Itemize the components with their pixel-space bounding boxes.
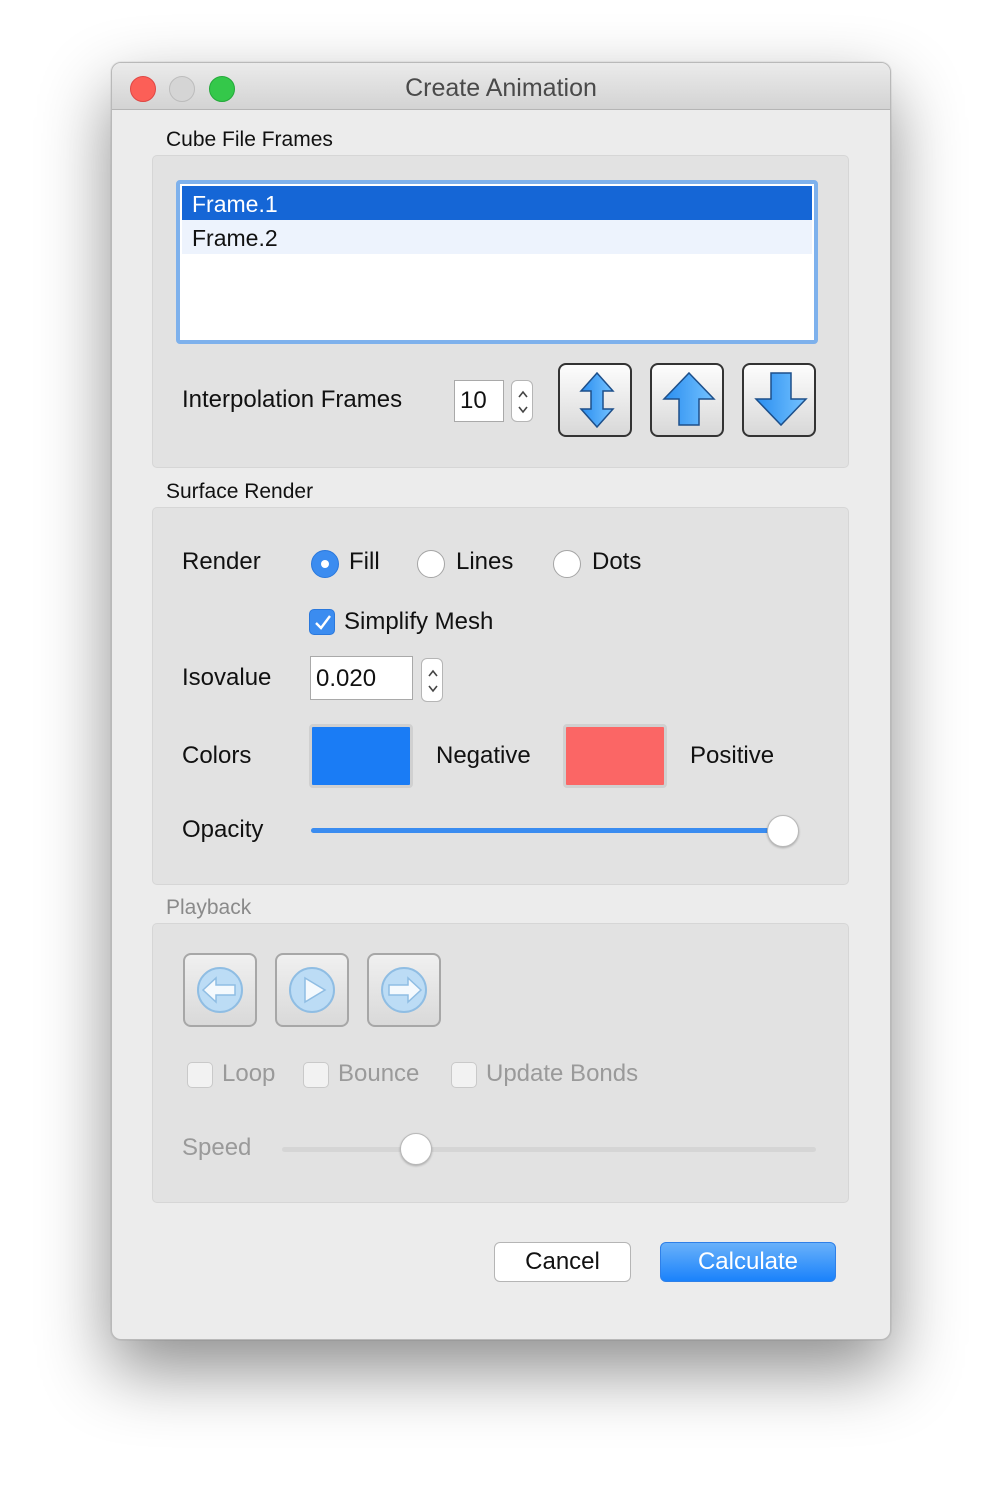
render-label: Render	[182, 548, 261, 575]
opacity-slider-knob[interactable]	[767, 815, 799, 847]
isovalue-stepper[interactable]	[421, 658, 443, 702]
negative-color-swatch[interactable]	[309, 724, 413, 788]
double-arrow-updown-icon	[579, 371, 615, 429]
interpolation-frames-label: Interpolation Frames	[182, 386, 403, 413]
render-lines-radio[interactable]	[417, 550, 445, 578]
move-frame-up-button[interactable]	[650, 363, 724, 437]
bounce-checkbox[interactable]	[303, 1062, 329, 1088]
interpolation-frames-stepper[interactable]	[511, 380, 533, 422]
render-dots-label[interactable]: Dots	[592, 548, 641, 576]
positive-color-swatch[interactable]	[563, 724, 667, 788]
speed-slider-track[interactable]	[282, 1147, 816, 1152]
stepper-arrows-icon	[428, 669, 438, 693]
list-item[interactable]: Frame.1	[182, 186, 812, 220]
list-item[interactable]: Frame.2	[182, 220, 812, 254]
arrow-left-circle-icon	[197, 967, 243, 1013]
speed-slider-knob[interactable]	[399, 1133, 432, 1165]
render-fill-label[interactable]: Fill	[349, 548, 380, 576]
calculate-button[interactable]: Calculate	[660, 1242, 836, 1282]
loop-label[interactable]: Loop	[222, 1060, 275, 1088]
negative-label: Negative	[436, 742, 531, 769]
title-bar: Create Animation	[112, 63, 890, 110]
move-frame-down-button[interactable]	[742, 363, 816, 437]
stepper-arrows-icon	[518, 390, 528, 414]
render-fill-radio[interactable]	[311, 550, 339, 578]
loop-checkbox[interactable]	[187, 1062, 213, 1088]
update-bonds-label[interactable]: Update Bonds	[486, 1060, 638, 1088]
previous-frame-button[interactable]	[183, 953, 257, 1027]
colors-label: Colors	[182, 742, 252, 769]
swap-frames-button[interactable]	[558, 363, 632, 437]
next-frame-button[interactable]	[367, 953, 441, 1027]
cube-file-frames-label: Cube File Frames	[166, 128, 333, 151]
bounce-label[interactable]: Bounce	[338, 1060, 419, 1088]
render-lines-label[interactable]: Lines	[456, 548, 513, 576]
opacity-slider-fill	[311, 828, 783, 833]
play-circle-icon	[289, 967, 335, 1013]
speed-label: Speed	[182, 1134, 252, 1161]
surface-render-label: Surface Render	[166, 480, 314, 503]
cancel-button[interactable]: Cancel	[494, 1242, 631, 1282]
isovalue-field[interactable]: 0.020	[310, 656, 413, 700]
isovalue-label: Isovalue	[182, 664, 272, 691]
opacity-slider-track[interactable]	[311, 828, 783, 833]
play-button[interactable]	[275, 953, 349, 1027]
checkmark-icon	[315, 615, 331, 630]
playback-label: Playback	[166, 896, 252, 919]
simplify-mesh-label[interactable]: Simplify Mesh	[344, 608, 493, 636]
arrow-up-icon	[662, 371, 716, 426]
arrow-down-icon	[754, 372, 808, 427]
frames-list[interactable]: Frame.1 Frame.2	[176, 180, 818, 344]
opacity-label: Opacity	[182, 816, 264, 843]
window-title: Create Animation	[405, 74, 597, 102]
update-bonds-checkbox[interactable]	[451, 1062, 477, 1088]
simplify-mesh-checkbox[interactable]	[309, 609, 335, 635]
positive-label: Positive	[690, 742, 775, 769]
interpolation-frames-field[interactable]: 10	[454, 380, 504, 422]
arrow-right-circle-icon	[381, 967, 427, 1013]
render-dots-radio[interactable]	[553, 550, 581, 578]
